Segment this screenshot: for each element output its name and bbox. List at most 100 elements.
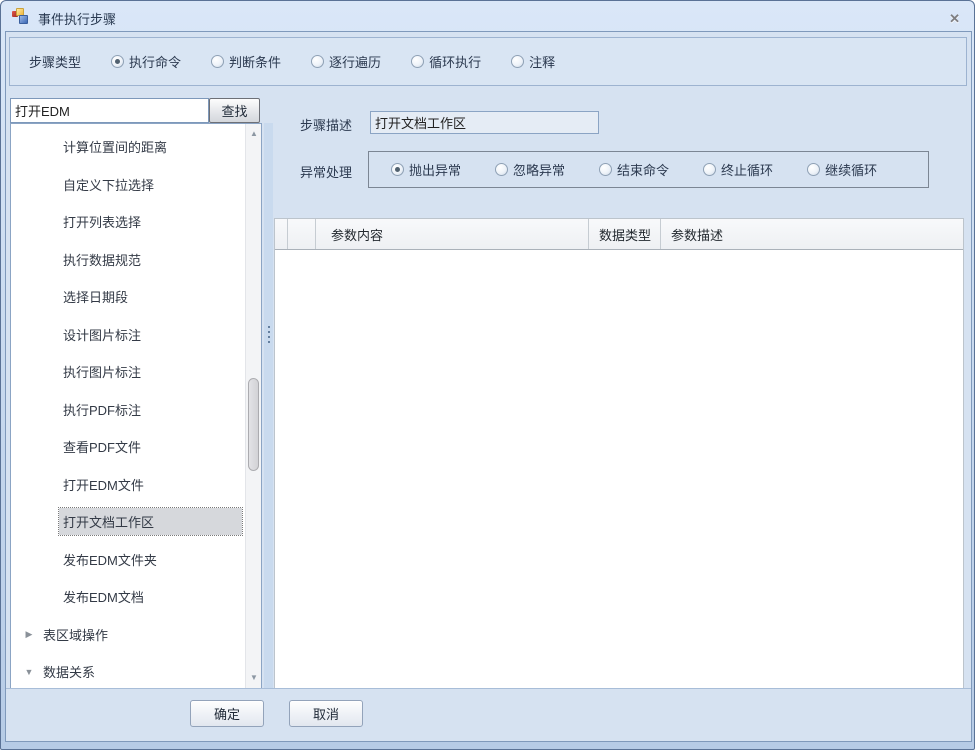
list-item[interactable]: 执行图片标注 bbox=[11, 353, 244, 391]
list-scrollbar[interactable]: ▲ ▼ bbox=[245, 124, 261, 688]
column-header-param-description[interactable]: 参数描述 bbox=[661, 219, 963, 249]
list-item[interactable]: 选择日期段 bbox=[11, 278, 244, 316]
list-item-label: 执行图片标注 bbox=[11, 362, 141, 381]
radio-icon bbox=[599, 163, 612, 176]
radio-label: 执行命令 bbox=[129, 52, 181, 71]
form-icon-blue-square bbox=[19, 15, 28, 24]
radio-option-terminate-loop[interactable]: 终止循环 bbox=[703, 160, 773, 179]
radio-label: 抛出异常 bbox=[409, 160, 461, 179]
panel-splitter[interactable] bbox=[264, 123, 273, 689]
cancel-button[interactable]: 取消 bbox=[289, 700, 363, 727]
step-type-group: 步骤类型 执行命令 判断条件 逐行遍历 循环执行 注释 bbox=[9, 37, 967, 86]
splitter-grip-dot bbox=[268, 331, 270, 333]
list-item-label: 计算位置间的距离 bbox=[11, 137, 167, 156]
chevron-right-icon: ▶ bbox=[19, 629, 39, 640]
column-header-blank bbox=[288, 219, 316, 249]
titlebar[interactable]: 事件执行步骤 ✕ bbox=[1, 1, 974, 31]
radio-icon bbox=[807, 163, 820, 176]
radio-option-execute-command[interactable]: 执行命令 bbox=[111, 52, 181, 71]
search-input[interactable] bbox=[10, 98, 209, 123]
radio-icon bbox=[211, 55, 224, 68]
step-type-label: 步骤类型 bbox=[29, 52, 81, 71]
scrollbar-thumb[interactable] bbox=[248, 378, 259, 471]
exception-handling-group: 抛出异常 忽略异常 结束命令 终止循环 继续循环 bbox=[368, 151, 929, 188]
radio-icon bbox=[511, 55, 524, 68]
list-item-selected[interactable]: 打开文档工作区 bbox=[11, 503, 244, 541]
radio-label: 结束命令 bbox=[617, 160, 669, 179]
list-item-label: 设计图片标注 bbox=[11, 325, 141, 344]
radio-label: 终止循环 bbox=[721, 160, 773, 179]
radio-icon bbox=[495, 163, 508, 176]
radio-label: 逐行遍历 bbox=[329, 52, 381, 71]
parameter-table-header: 参数内容 数据类型 参数描述 bbox=[275, 219, 963, 250]
chevron-down-icon: ▼ bbox=[19, 667, 39, 677]
radio-option-continue-loop[interactable]: 继续循环 bbox=[807, 160, 877, 179]
radio-label: 判断条件 bbox=[229, 52, 281, 71]
parameter-table: 参数内容 数据类型 参数描述 bbox=[274, 218, 964, 689]
radio-icon bbox=[703, 163, 716, 176]
list-item[interactable]: 执行PDF标注 bbox=[11, 391, 244, 429]
radio-option-comment[interactable]: 注释 bbox=[511, 52, 555, 71]
list-item-label: 执行数据规范 bbox=[11, 250, 141, 269]
radio-icon bbox=[311, 55, 324, 68]
radio-checked-icon bbox=[111, 55, 124, 68]
parameter-table-body bbox=[275, 250, 963, 688]
column-header-param-content[interactable]: 参数内容 bbox=[316, 219, 589, 249]
window-title: 事件执行步骤 bbox=[38, 9, 116, 28]
list-item-label: 发布EDM文档 bbox=[11, 587, 144, 606]
radio-option-end-command[interactable]: 结束命令 bbox=[599, 160, 669, 179]
list-item-label: 查看PDF文件 bbox=[11, 437, 141, 456]
list-item[interactable]: 自定义下拉选择 bbox=[11, 166, 244, 204]
list-item[interactable]: 执行数据规范 bbox=[11, 241, 244, 279]
list-item[interactable]: 发布EDM文档 bbox=[11, 578, 244, 616]
list-item[interactable]: 打开EDM文件 bbox=[11, 466, 244, 504]
list-item-label: 打开EDM文件 bbox=[11, 475, 144, 494]
close-icon[interactable]: ✕ bbox=[949, 11, 960, 27]
radio-label: 注释 bbox=[529, 52, 555, 71]
selection-highlight: 打开文档工作区 bbox=[59, 508, 242, 535]
radio-label: 循环执行 bbox=[429, 52, 481, 71]
exception-handling-label: 异常处理 bbox=[300, 162, 352, 181]
column-header-data-type[interactable]: 数据类型 bbox=[589, 219, 661, 249]
radio-option-judge-condition[interactable]: 判断条件 bbox=[211, 52, 281, 71]
list-item[interactable]: 计算位置间的距离 bbox=[11, 128, 244, 166]
tree-group-table-region[interactable]: ▶ 表区域操作 bbox=[11, 616, 244, 654]
radio-option-throw-exception[interactable]: 抛出异常 bbox=[391, 160, 461, 179]
column-header-indicator bbox=[275, 219, 288, 249]
ok-button[interactable]: 确定 bbox=[190, 700, 264, 727]
radio-checked-icon bbox=[391, 163, 404, 176]
radio-icon bbox=[411, 55, 424, 68]
list-item[interactable]: 打开列表选择 bbox=[11, 203, 244, 241]
splitter-grip-dot bbox=[268, 341, 270, 343]
list-item-label: 自定义下拉选择 bbox=[11, 175, 154, 194]
step-description-input[interactable] bbox=[370, 111, 599, 134]
list-item-label: 打开列表选择 bbox=[11, 212, 141, 231]
radio-option-ignore-exception[interactable]: 忽略异常 bbox=[495, 160, 565, 179]
list-item-label: 打开文档工作区 bbox=[63, 512, 154, 531]
list-item-label: 发布EDM文件夹 bbox=[11, 550, 157, 569]
list-item[interactable]: 设计图片标注 bbox=[11, 316, 244, 354]
splitter-grip-dot bbox=[268, 326, 270, 328]
tree-group-data-relation[interactable]: ▼ 数据关系 bbox=[11, 653, 244, 689]
list-item[interactable]: 发布EDM文件夹 bbox=[11, 541, 244, 579]
find-button[interactable]: 查找 bbox=[209, 98, 260, 123]
list-item[interactable]: 查看PDF文件 bbox=[11, 428, 244, 466]
footer-bar: 确定 取消 bbox=[6, 688, 971, 741]
scroll-up-icon[interactable]: ▲ bbox=[246, 126, 262, 142]
form-icon bbox=[12, 8, 29, 25]
step-description-label: 步骤描述 bbox=[300, 115, 352, 134]
radio-option-row-traverse[interactable]: 逐行遍历 bbox=[311, 52, 381, 71]
dialog-content: 步骤类型 执行命令 判断条件 逐行遍历 循环执行 注释 查找 bbox=[5, 31, 972, 742]
tree-group-label: 表区域操作 bbox=[39, 625, 108, 644]
list-item-label: 执行PDF标注 bbox=[11, 400, 141, 419]
command-list-rows: 计算位置间的距离 自定义下拉选择 打开列表选择 执行数据规范 选择日期段 设计图… bbox=[11, 128, 244, 689]
splitter-grip-dot bbox=[268, 336, 270, 338]
scroll-down-icon[interactable]: ▼ bbox=[246, 670, 262, 686]
radio-label: 继续循环 bbox=[825, 160, 877, 179]
dialog-window: 事件执行步骤 ✕ 步骤类型 执行命令 判断条件 逐行遍历 循环执行 bbox=[0, 0, 975, 750]
radio-label: 忽略异常 bbox=[513, 160, 565, 179]
radio-option-loop-execute[interactable]: 循环执行 bbox=[411, 52, 481, 71]
command-list: 计算位置间的距离 自定义下拉选择 打开列表选择 执行数据规范 选择日期段 设计图… bbox=[10, 123, 262, 689]
tree-group-label: 数据关系 bbox=[39, 662, 95, 681]
list-item-label: 选择日期段 bbox=[11, 287, 128, 306]
